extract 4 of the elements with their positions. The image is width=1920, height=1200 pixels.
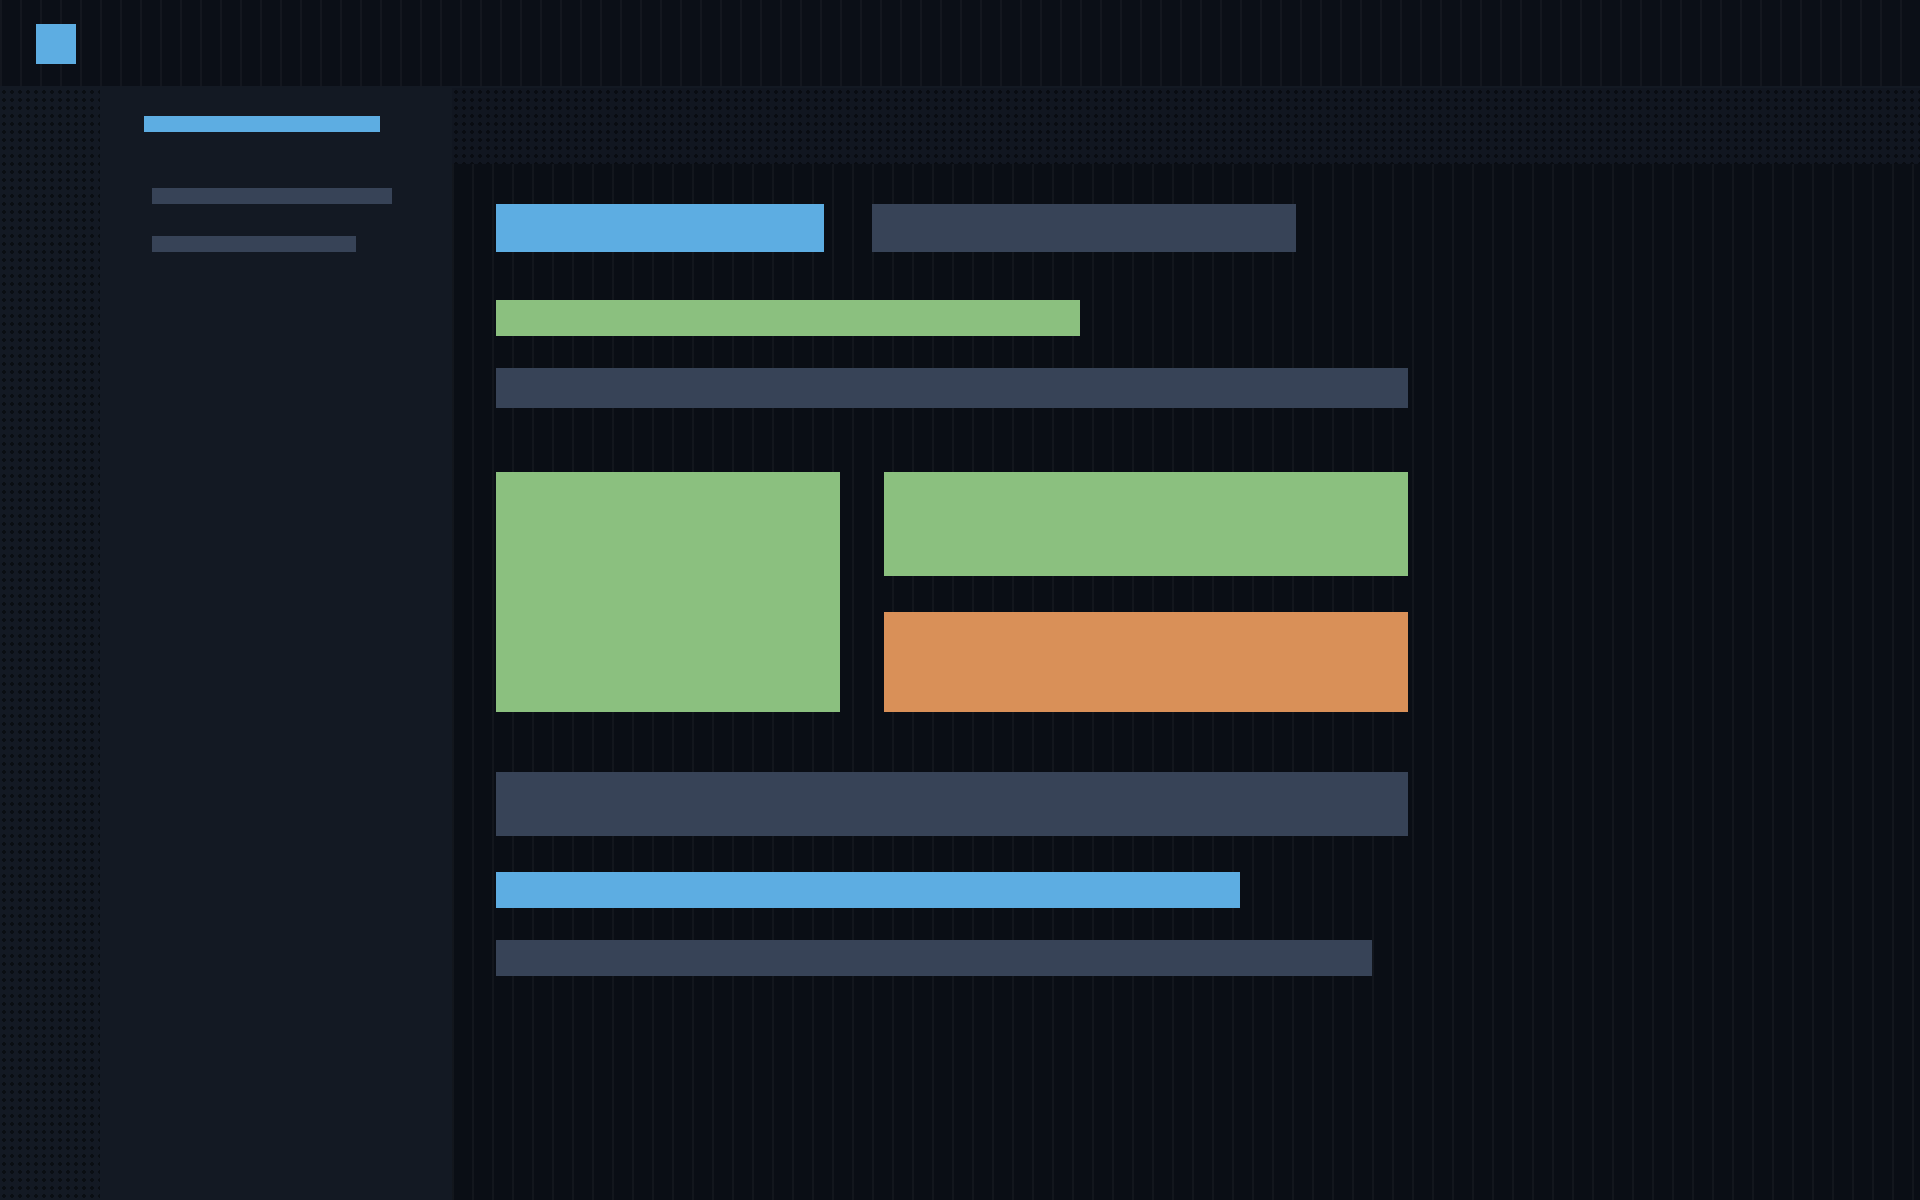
logo-icon[interactable]: [36, 23, 76, 63]
sidebar-item[interactable]: [152, 188, 392, 204]
sidebar-item[interactable]: [144, 116, 380, 132]
sidebar-item[interactable]: [152, 236, 356, 252]
